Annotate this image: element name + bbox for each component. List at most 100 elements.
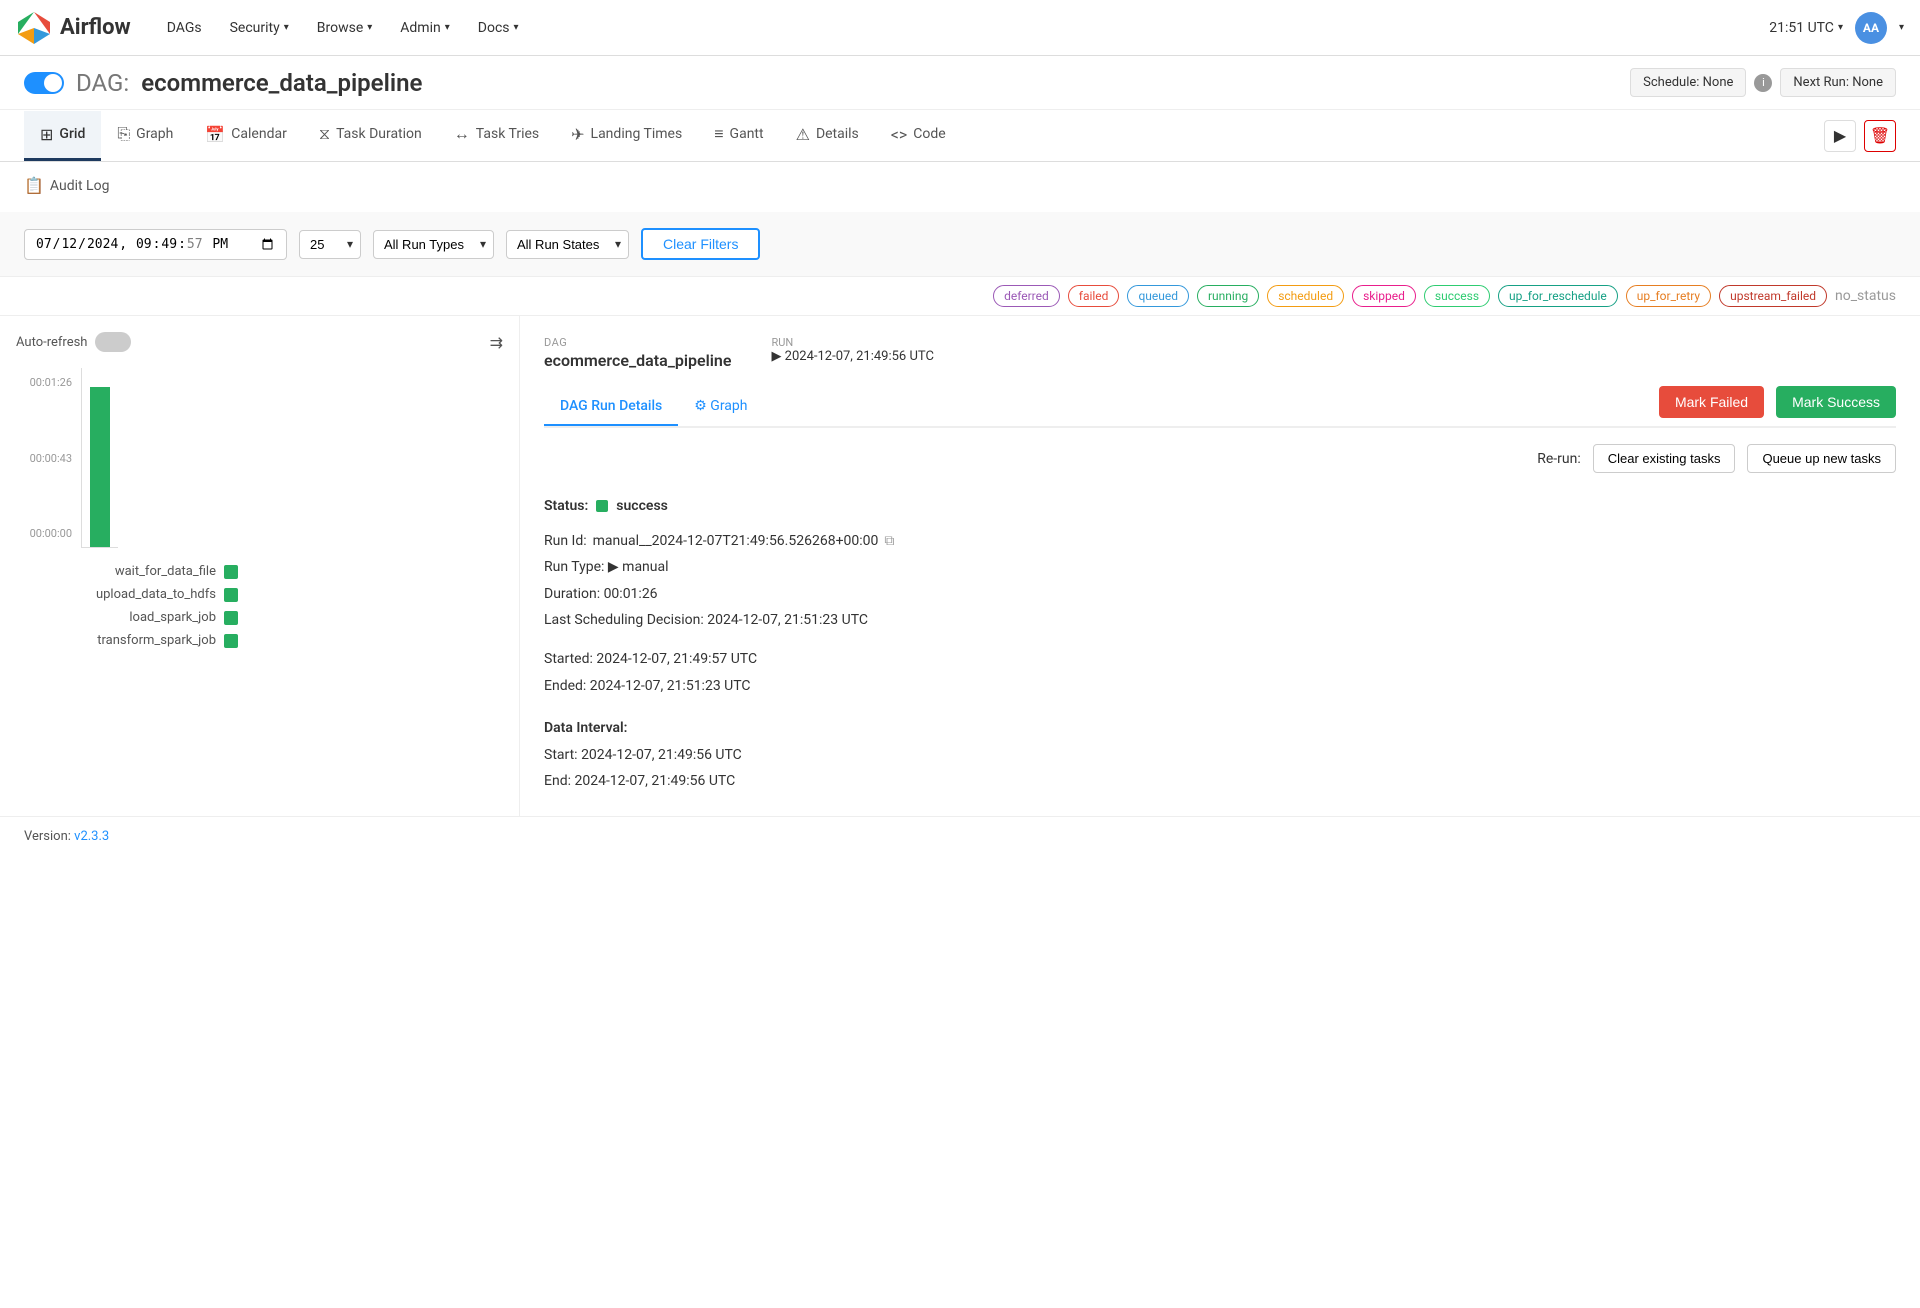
task-bar-area-transform <box>224 634 238 648</box>
runs-select[interactable]: 25 50 100 <box>299 230 361 259</box>
tab-task-tries[interactable]: ↔ Task Tries <box>438 110 555 161</box>
run-type-line: Run Type: ▶ manual <box>544 554 1896 581</box>
schedule-badge: Schedule: None <box>1630 68 1746 97</box>
run-details: Status: success Run Id: manual__2024-12-… <box>544 493 1896 795</box>
legend-up-for-retry[interactable]: up_for_retry <box>1626 285 1711 307</box>
bar-success[interactable] <box>90 387 110 547</box>
task-dot-load[interactable] <box>224 611 238 625</box>
legend-queued[interactable]: queued <box>1127 285 1189 307</box>
status-value: success <box>616 493 668 520</box>
task-dot-wait[interactable] <box>224 565 238 579</box>
tab-calendar-label: Calendar <box>231 126 287 142</box>
navbar: Airflow DAGs Security ▾ Browse ▾ Admin ▾… <box>0 0 1920 56</box>
status-legend: deferred failed queued running scheduled… <box>0 277 1920 316</box>
duration-icon: ⧖ <box>319 124 330 144</box>
legend-running[interactable]: running <box>1197 285 1259 307</box>
task-dot-upload[interactable] <box>224 588 238 602</box>
chart-label-top: 00:01:26 <box>16 376 72 389</box>
legend-skipped[interactable]: skipped <box>1352 285 1416 307</box>
chart-body <box>81 368 118 548</box>
panel-dag-col: DAG ecommerce_data_pipeline <box>544 336 731 370</box>
run-types-select-wrap: All Run Types manual scheduled <box>373 230 494 259</box>
clear-tasks-button[interactable]: Clear existing tasks <box>1593 444 1736 473</box>
nav-security[interactable]: Security ▾ <box>218 12 301 44</box>
task-name-wait: wait_for_data_file <box>16 564 216 579</box>
nav-docs[interactable]: Docs ▾ <box>466 12 531 44</box>
legend-upstream-failed[interactable]: upstream_failed <box>1719 285 1827 307</box>
calendar-icon: 📅 <box>205 125 225 144</box>
nav-dags[interactable]: DAGs <box>155 12 214 44</box>
run-id-value: manual__2024-12-07T21:49:56.526268+00:00 <box>593 528 879 555</box>
version-label: Version: <box>24 829 74 844</box>
audit-icon: 📋 <box>24 176 44 195</box>
list-item: upload_data_to_hdfs <box>16 583 503 606</box>
tab-grid[interactable]: ⊞ Grid <box>24 111 101 161</box>
avatar-chevron: ▾ <box>1899 22 1904 33</box>
tab-calendar[interactable]: 📅 Calendar <box>189 111 302 161</box>
task-dot-transform[interactable] <box>224 634 238 648</box>
columns-icon[interactable]: ⇉ <box>490 333 503 352</box>
date-filter[interactable] <box>24 229 287 260</box>
list-item: load_spark_job <box>16 606 503 629</box>
info-icon[interactable]: i <box>1754 74 1772 92</box>
right-panel: DAG ecommerce_data_pipeline Run ▶ 2024-1… <box>520 316 1920 816</box>
clear-filters-button[interactable]: Clear Filters <box>641 228 760 260</box>
mark-failed-button[interactable]: Mark Failed <box>1659 386 1764 418</box>
status-label: Status: <box>544 493 588 520</box>
interval-start-label: Start: <box>544 747 578 763</box>
dag-col-name: ecommerce_data_pipeline <box>544 351 731 370</box>
task-list: wait_for_data_file upload_data_to_hdfs l… <box>16 560 503 652</box>
legend-scheduled[interactable]: scheduled <box>1267 285 1344 307</box>
nav-time[interactable]: 21:51 UTC ▾ <box>1769 20 1843 36</box>
legend-deferred[interactable]: deferred <box>993 285 1060 307</box>
run-types-select[interactable]: All Run Types manual scheduled <box>373 230 494 259</box>
airflow-logo-text: Airflow <box>60 15 131 40</box>
audit-log-row: 📋 Audit Log <box>0 162 1920 212</box>
rerun-row: Re-run: Clear existing tasks Queue up ne… <box>544 444 1896 473</box>
play-button[interactable]: ▶ <box>1824 120 1856 152</box>
footer: Version: v2.3.3 <box>0 816 1920 856</box>
dag-header: DAG: ecommerce_data_pipeline Schedule: N… <box>0 56 1920 110</box>
tab-audit-log[interactable]: 📋 Audit Log <box>24 162 125 212</box>
version-link[interactable]: v2.3.3 <box>74 829 109 844</box>
grid-icon: ⊞ <box>40 125 53 144</box>
tab-task-duration[interactable]: ⧖ Task Duration <box>303 110 438 161</box>
run-id-line: Run Id: manual__2024-12-07T21:49:56.5262… <box>544 528 1896 555</box>
tab-task-duration-label: Task Duration <box>336 126 422 142</box>
status-line: Status: success <box>544 493 1896 520</box>
dag-name: ecommerce_data_pipeline <box>141 69 422 97</box>
last-scheduling-value: 2024-12-07, 21:51:23 UTC <box>707 612 868 628</box>
legend-failed[interactable]: failed <box>1068 285 1120 307</box>
ended-label: Ended: <box>544 678 590 694</box>
legend-up-for-reschedule[interactable]: up_for_reschedule <box>1498 285 1618 307</box>
main-content: Auto-refresh ⇉ 00:01:26 00:00:43 00:00:0… <box>0 316 1920 816</box>
tab-code[interactable]: <> Code <box>875 111 962 161</box>
panel-tab-details[interactable]: DAG Run Details <box>544 388 678 426</box>
chart-label-mid: 00:00:43 <box>16 452 72 465</box>
mark-success-button[interactable]: Mark Success <box>1776 386 1896 418</box>
chart-bar[interactable] <box>90 387 110 547</box>
delete-button[interactable]: 🗑 <box>1864 120 1896 152</box>
tab-gantt[interactable]: ≡ Gantt <box>698 110 779 161</box>
tab-landing-times[interactable]: ✈ Landing Times <box>555 111 698 161</box>
airflow-logo[interactable]: Airflow <box>16 10 131 46</box>
legend-success[interactable]: success <box>1424 285 1490 307</box>
auto-refresh-toggle[interactable] <box>95 332 131 352</box>
started-line: Started: 2024-12-07, 21:49:57 UTC <box>544 646 1896 673</box>
gantt-icon: ≡ <box>714 124 723 144</box>
tab-code-label: Code <box>913 126 945 142</box>
tab-details[interactable]: ⚠ Details <box>780 111 875 161</box>
copy-icon[interactable]: ⧉ <box>884 528 894 555</box>
task-bar-area-upload <box>224 588 238 602</box>
queue-tasks-button[interactable]: Queue up new tasks <box>1747 444 1896 473</box>
dag-toggle[interactable] <box>24 72 64 94</box>
nav-browse[interactable]: Browse ▾ <box>305 12 385 44</box>
user-avatar[interactable]: AA <box>1855 12 1887 44</box>
run-col-label: Run <box>771 336 933 349</box>
chart-labels: 00:01:26 00:00:43 00:00:00 <box>16 368 76 548</box>
panel-tab-graph[interactable]: ⚙ Graph <box>678 388 763 426</box>
tab-graph[interactable]: ⎘ Graph <box>101 110 189 161</box>
last-scheduling-label: Last Scheduling Decision: <box>544 612 707 628</box>
nav-admin[interactable]: Admin ▾ <box>388 12 461 44</box>
run-states-select[interactable]: All Run States success failed running <box>506 230 629 259</box>
